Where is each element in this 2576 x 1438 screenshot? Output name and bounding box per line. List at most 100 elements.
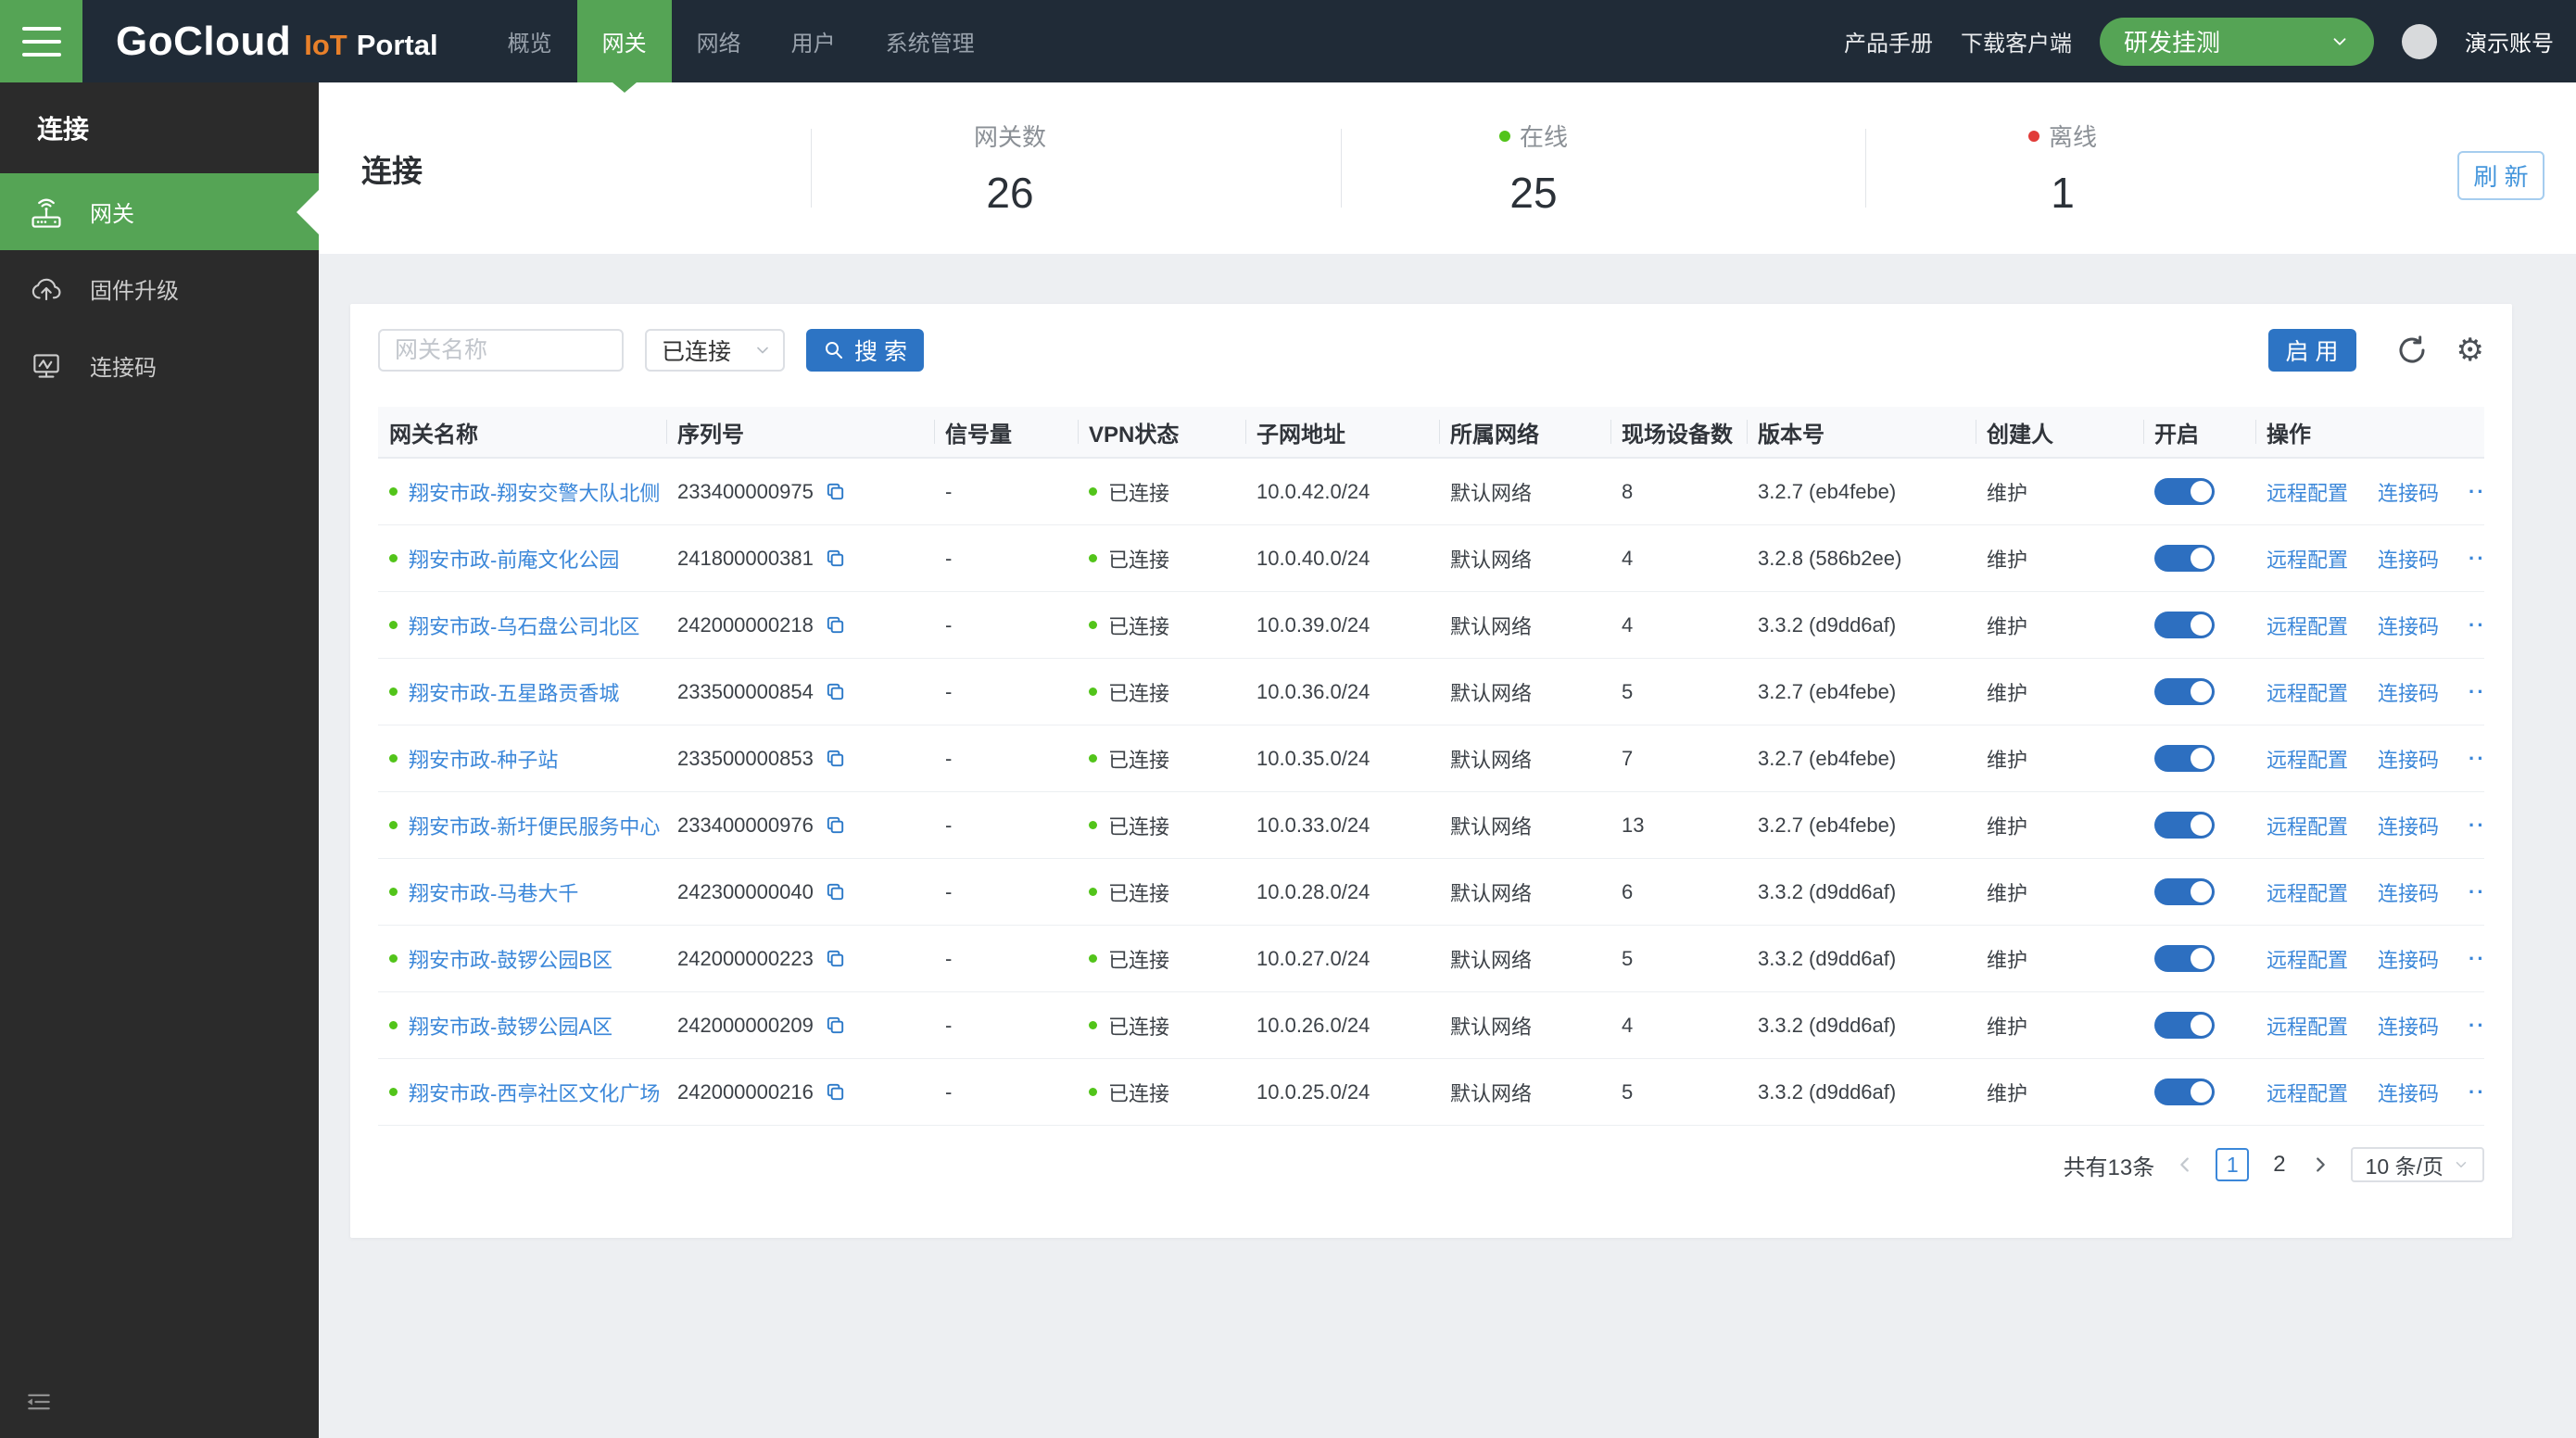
more-actions-link[interactable]: ···	[2469, 880, 2484, 904]
connect-code-link[interactable]: 连接码	[2378, 611, 2439, 640]
page-button-1[interactable]: 1	[2216, 1148, 2249, 1181]
enable-toggle[interactable]	[2154, 1012, 2215, 1039]
prev-page-button[interactable]	[2175, 1154, 2195, 1175]
copy-serial-button[interactable]	[825, 1015, 846, 1036]
remote-config-link[interactable]: 远程配置	[2267, 877, 2348, 907]
page-button-2[interactable]: 2	[2269, 1152, 2289, 1178]
connect-code-link[interactable]: 连接码	[2378, 544, 2439, 574]
enable-toggle[interactable]	[2154, 612, 2215, 638]
gateway-name-link[interactable]: 翔安市政-翔安交警大队北侧	[409, 477, 660, 507]
chevron-right-icon	[2310, 1154, 2330, 1175]
menu-toggle-button[interactable]	[0, 0, 82, 82]
more-actions-link[interactable]: ···	[2469, 480, 2484, 504]
copy-serial-button[interactable]	[825, 814, 846, 836]
enable-toggle[interactable]	[2154, 812, 2215, 839]
col-subnet: 子网地址	[1245, 407, 1439, 457]
enable-toggle[interactable]	[2154, 1078, 2215, 1105]
search-button[interactable]: 搜 索	[806, 329, 924, 372]
remote-config-link[interactable]: 远程配置	[2267, 944, 2348, 974]
gateway-name-link[interactable]: 翔安市政-五星路贡香城	[409, 677, 619, 707]
chevron-left-icon	[2175, 1154, 2195, 1175]
remote-config-link[interactable]: 远程配置	[2267, 811, 2348, 840]
gateway-name-link[interactable]: 翔安市政-马巷大千	[409, 877, 578, 907]
connect-code-link[interactable]: 连接码	[2378, 744, 2439, 774]
enable-toggle[interactable]	[2154, 678, 2215, 705]
enable-toggle[interactable]	[2154, 945, 2215, 972]
enabled-cell	[2143, 1078, 2255, 1105]
sidebar-item-firmware-upgrade[interactable]: 固件升级	[0, 250, 319, 327]
nav-item-overview[interactable]: 概览	[483, 0, 577, 82]
more-actions-link[interactable]: ···	[2469, 814, 2484, 838]
connect-code-link[interactable]: 连接码	[2378, 944, 2439, 974]
remote-config-link[interactable]: 远程配置	[2267, 1011, 2348, 1041]
account-name[interactable]: 演示账号	[2465, 25, 2554, 57]
connect-code-link[interactable]: 连接码	[2378, 811, 2439, 840]
gateway-name-link[interactable]: 翔安市政-鼓锣公园A区	[409, 1011, 612, 1041]
gateway-name-link[interactable]: 翔安市政-西亭社区文化广场	[409, 1078, 660, 1107]
gateway-name-link[interactable]: 翔安市政-乌石盘公司北区	[409, 611, 639, 640]
copy-serial-button[interactable]	[825, 748, 846, 769]
connect-code-link[interactable]: 连接码	[2378, 1011, 2439, 1041]
remote-config-link[interactable]: 远程配置	[2267, 544, 2348, 574]
nav-item-users[interactable]: 用户	[766, 0, 861, 82]
more-actions-link[interactable]: ···	[2469, 1080, 2484, 1104]
main-content: 连接 网关数 26 在线 25 离线 1 刷 新 已连接	[319, 82, 2576, 1438]
download-client-link[interactable]: 下载客户端	[1961, 25, 2072, 57]
enable-toggle[interactable]	[2154, 478, 2215, 505]
more-actions-link[interactable]: ···	[2469, 680, 2484, 704]
sidebar-item-connect-code[interactable]: 连接码	[0, 327, 319, 404]
copy-serial-button[interactable]	[825, 881, 846, 902]
product-manual-link[interactable]: 产品手册	[1844, 25, 1933, 57]
enable-toggle[interactable]	[2154, 745, 2215, 772]
nav-item-system-admin[interactable]: 系统管理	[861, 0, 1000, 82]
more-actions-link[interactable]: ···	[2469, 1014, 2484, 1038]
connection-filter-select[interactable]: 已连接	[645, 329, 785, 372]
enable-toggle[interactable]	[2154, 878, 2215, 905]
more-actions-link[interactable]: ···	[2469, 747, 2484, 771]
remote-config-link[interactable]: 远程配置	[2267, 1078, 2348, 1107]
nav-item-network[interactable]: 网络	[672, 0, 766, 82]
more-actions-link[interactable]: ···	[2469, 547, 2484, 571]
copy-serial-button[interactable]	[825, 681, 846, 702]
vpn-status: 已连接	[1108, 544, 1169, 574]
remote-config-link[interactable]: 远程配置	[2267, 477, 2348, 507]
sidebar-item-gateway[interactable]: 网关	[0, 173, 319, 250]
gateway-name-input[interactable]	[378, 329, 624, 372]
connect-code-link[interactable]: 连接码	[2378, 877, 2439, 907]
actions-cell: 远程配置 连接码 ···	[2255, 1078, 2484, 1107]
gateway-name-link[interactable]: 翔安市政-种子站	[409, 744, 558, 774]
copy-serial-button[interactable]	[825, 548, 846, 569]
remote-config-link[interactable]: 远程配置	[2267, 744, 2348, 774]
signal-cell: -	[934, 947, 1078, 971]
remote-config-link[interactable]: 远程配置	[2267, 611, 2348, 640]
table-settings-button[interactable]: ⚙	[2456, 334, 2484, 366]
more-actions-link[interactable]: ···	[2469, 947, 2484, 971]
offline-dot-icon	[2028, 131, 2039, 142]
remote-config-link[interactable]: 远程配置	[2267, 677, 2348, 707]
connect-code-link[interactable]: 连接码	[2378, 1078, 2439, 1107]
gateway-name-link[interactable]: 翔安市政-鼓锣公园B区	[409, 944, 612, 974]
env-selector-dropdown[interactable]: 研发挂测	[2100, 18, 2374, 66]
enable-toggle[interactable]	[2154, 545, 2215, 572]
more-actions-link[interactable]: ···	[2469, 613, 2484, 637]
nav-item-gateway[interactable]: 网关	[577, 0, 672, 82]
vpn-dot-icon	[1089, 888, 1097, 896]
toggle-knob	[2191, 948, 2212, 969]
avatar[interactable]	[2402, 24, 2437, 59]
refresh-stats-button[interactable]: 刷 新	[2457, 151, 2544, 200]
page-size-select[interactable]: 10 条/页	[2351, 1147, 2484, 1182]
copy-serial-button[interactable]	[825, 481, 846, 502]
gateway-name-link[interactable]: 翔安市政-前庵文化公园	[409, 544, 619, 574]
vpn-dot-icon	[1089, 1021, 1097, 1029]
enable-button[interactable]: 启 用	[2268, 329, 2356, 372]
copy-serial-button[interactable]	[825, 614, 846, 636]
refresh-table-button[interactable]	[2395, 334, 2429, 367]
copy-serial-button[interactable]	[825, 948, 846, 969]
connect-code-link[interactable]: 连接码	[2378, 477, 2439, 507]
connect-code-link[interactable]: 连接码	[2378, 677, 2439, 707]
copy-serial-button[interactable]	[825, 1081, 846, 1103]
next-page-button[interactable]	[2310, 1154, 2330, 1175]
gateway-name-link[interactable]: 翔安市政-新圩便民服务中心	[409, 811, 660, 840]
collapse-sidebar-button[interactable]	[24, 1387, 54, 1421]
toggle-knob	[2191, 614, 2212, 636]
